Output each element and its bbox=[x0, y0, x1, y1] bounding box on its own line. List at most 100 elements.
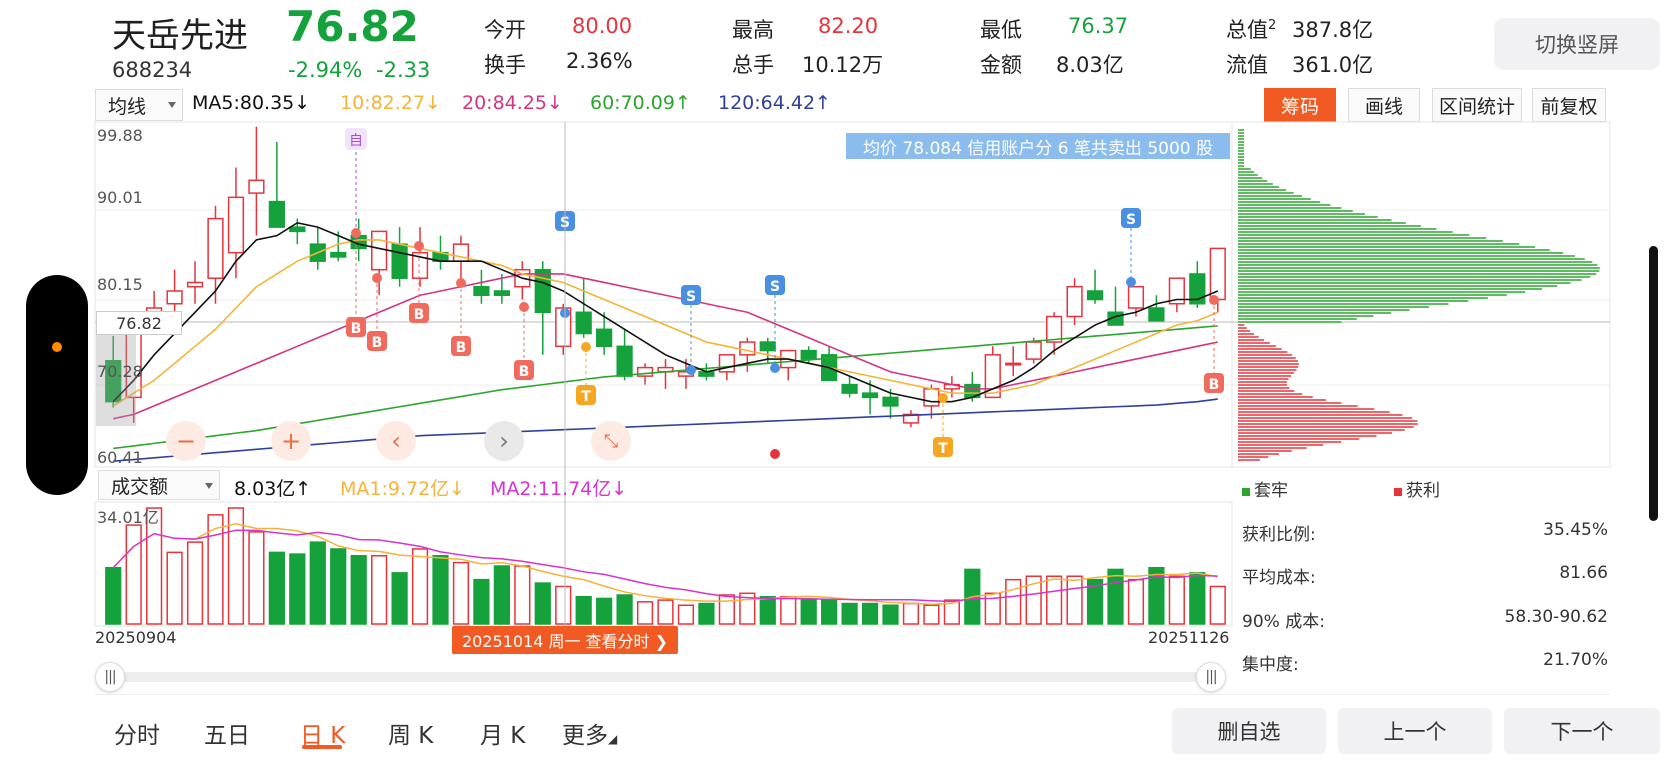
volume-bar bbox=[268, 551, 285, 625]
candle-body bbox=[596, 328, 613, 348]
candle-body bbox=[268, 200, 285, 228]
volume-bar bbox=[555, 585, 572, 625]
volume-bar bbox=[861, 602, 879, 625]
marker-dot bbox=[1209, 295, 1219, 305]
candle-body bbox=[186, 281, 204, 288]
volume-bar bbox=[248, 531, 265, 625]
tab-intraday[interactable]: 分时 bbox=[114, 716, 160, 750]
marker-letter: B bbox=[1209, 377, 1220, 393]
marker-dot bbox=[686, 365, 696, 375]
volume-bar bbox=[1127, 578, 1145, 625]
volume-bar bbox=[330, 548, 347, 625]
candle-body bbox=[493, 290, 510, 296]
price-axis-label: 99.88 bbox=[97, 126, 143, 145]
range-scrollbar[interactable] bbox=[108, 672, 1222, 682]
pan-right-button[interactable]: › bbox=[484, 421, 524, 461]
marker-letter: B bbox=[519, 364, 530, 380]
volume-value: 8.03亿↑ bbox=[234, 478, 312, 500]
candle-body bbox=[800, 349, 817, 360]
previous-button[interactable]: 上一个 bbox=[1338, 708, 1492, 754]
volume-bar bbox=[657, 599, 674, 625]
candle-body bbox=[248, 179, 265, 194]
volume-bar bbox=[902, 602, 920, 625]
next-button[interactable]: 下一个 bbox=[1504, 708, 1660, 754]
tab-more[interactable]: 更多◢ bbox=[562, 716, 617, 750]
marker-dot bbox=[519, 302, 529, 312]
volume-bar bbox=[411, 548, 429, 625]
volume-bar bbox=[616, 594, 633, 625]
self-marker-letter: 自 bbox=[349, 133, 363, 149]
candle-body bbox=[882, 396, 899, 407]
avg-cost-value: 81.66 bbox=[1559, 563, 1608, 583]
marker-letter: T bbox=[581, 389, 591, 405]
marker-letter: S bbox=[1126, 212, 1136, 228]
zoom-in-button[interactable]: + bbox=[271, 421, 311, 461]
volume-bar bbox=[596, 597, 613, 625]
range-handle-right[interactable]: ||| bbox=[1196, 662, 1226, 692]
more-caret-icon: ◢ bbox=[608, 732, 618, 746]
volume-bar bbox=[309, 541, 326, 625]
cost90-label: 90% 成本: bbox=[1242, 612, 1325, 632]
candle-body bbox=[739, 341, 756, 356]
price-axis-label: 80.15 bbox=[97, 275, 143, 294]
tab-weekly-k[interactable]: 周 K bbox=[388, 716, 433, 750]
volume-bar bbox=[677, 604, 695, 625]
volume-bar bbox=[350, 555, 367, 625]
current-price-tag: 76.82 bbox=[96, 311, 182, 335]
remove-watchlist-button[interactable]: 删自选 bbox=[1172, 708, 1326, 754]
view-intraday-tooltip[interactable]: 20251014 周一 查看分时 ❯ bbox=[452, 626, 678, 654]
candle-body bbox=[330, 251, 347, 258]
candle-body bbox=[841, 383, 858, 394]
candle-body bbox=[1066, 285, 1083, 318]
profit-ratio-label: 获利比例: bbox=[1242, 525, 1316, 545]
marker-dot bbox=[770, 363, 780, 373]
volume-bar bbox=[698, 602, 715, 625]
volume-bar bbox=[452, 561, 470, 625]
volume-bar bbox=[186, 541, 204, 625]
pan-left-button[interactable]: ‹ bbox=[376, 421, 416, 461]
candle-body bbox=[166, 290, 183, 305]
price-axis-label: 70.28 bbox=[97, 362, 143, 381]
candle-body bbox=[534, 268, 551, 314]
zoom-out-button[interactable]: − bbox=[166, 421, 206, 461]
candle-body bbox=[289, 226, 306, 233]
marker-letter: B bbox=[372, 335, 383, 351]
chip-distribution bbox=[1238, 129, 1600, 461]
volume-bar bbox=[1046, 575, 1063, 625]
volume-bars bbox=[105, 507, 1226, 625]
volume-bar bbox=[1107, 568, 1124, 625]
volume-bar bbox=[718, 594, 735, 625]
range-handle-left[interactable]: ||| bbox=[95, 662, 125, 692]
marker-letter: B bbox=[414, 307, 425, 323]
volume-bar bbox=[514, 565, 531, 625]
tab-monthly-k[interactable]: 月 K bbox=[480, 716, 525, 750]
candle-body bbox=[861, 392, 879, 399]
candle-body bbox=[759, 341, 776, 352]
marker-letter: S bbox=[686, 289, 696, 305]
price-axis-label: 60.41 bbox=[97, 448, 143, 467]
candle-body bbox=[371, 230, 388, 271]
start-date: 20250904 bbox=[95, 628, 177, 647]
volume-indicator-selector[interactable]: 成交额 bbox=[98, 470, 220, 500]
legend-profit: 获利 bbox=[1394, 476, 1440, 501]
collapse-icon[interactable]: ⤡ bbox=[591, 421, 631, 461]
volume-bar bbox=[534, 582, 551, 625]
volume-bar bbox=[371, 555, 388, 625]
kline-chart[interactable]: 自BBBBBBSSSSTT bbox=[0, 0, 1669, 768]
volume-bar bbox=[166, 551, 183, 625]
price-axis-label: 90.01 bbox=[97, 188, 143, 207]
concentration-label: 集中度: bbox=[1242, 655, 1299, 675]
legend-trapped: 套牢 bbox=[1242, 476, 1288, 501]
candle-body bbox=[1025, 341, 1042, 360]
volume-bar bbox=[882, 604, 899, 625]
active-tab-indicator bbox=[302, 745, 342, 749]
candle-body bbox=[923, 388, 940, 407]
cost90-value: 58.30-90.62 bbox=[1504, 607, 1608, 627]
candle-body bbox=[616, 345, 633, 377]
volume-ma1: MA1:9.72亿↓ bbox=[340, 478, 466, 500]
volume-bar bbox=[780, 595, 797, 625]
tab-five-day[interactable]: 五日 bbox=[204, 716, 250, 750]
volume-bar bbox=[391, 572, 408, 625]
candle-body bbox=[1046, 315, 1063, 343]
volume-bar bbox=[1066, 575, 1083, 625]
